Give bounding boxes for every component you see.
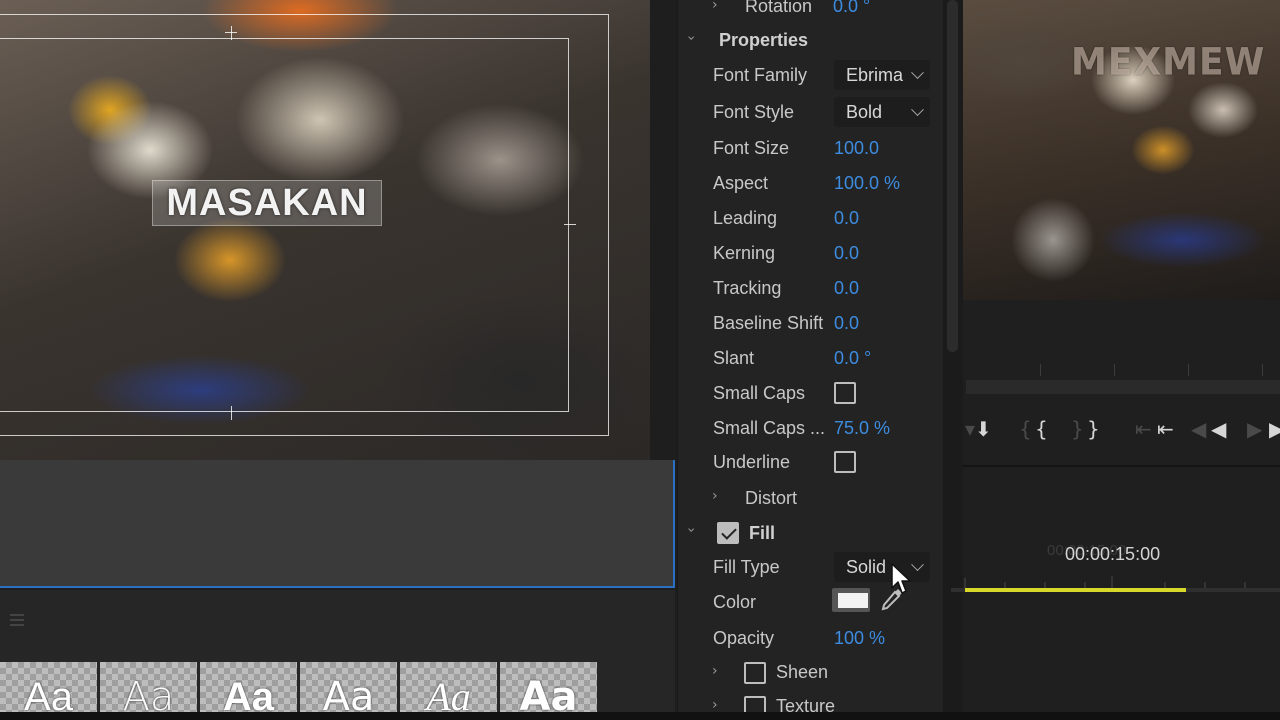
step-back-icon[interactable]: ◀: [1191, 418, 1206, 440]
font-size-row: Font Size: [713, 133, 789, 163]
chevron-right-icon[interactable]: ›: [712, 0, 718, 13]
chevron-down-icon[interactable]: ›: [683, 527, 699, 533]
aspect-label: Aspect: [713, 172, 769, 193]
rotation-label: Rotation: [745, 0, 813, 16]
mark-in-icon[interactable]: {: [1019, 418, 1032, 440]
font-style-row: Font Style: [713, 97, 794, 127]
small-caps-size-value[interactable]: 75.0 %: [834, 418, 890, 439]
small-caps-size-row: Small Caps ...: [713, 413, 825, 443]
small-caps-checkbox[interactable]: [834, 382, 856, 404]
fill-type-value: Solid: [846, 556, 887, 577]
chevron-down-icon: [911, 65, 924, 79]
small-caps-size-label: Small Caps ...: [713, 417, 826, 438]
bottom-edge: [0, 712, 1280, 720]
underline-checkbox[interactable]: [834, 451, 856, 473]
leading-value[interactable]: 0.0: [834, 208, 859, 229]
opacity-value[interactable]: 100 %: [834, 628, 885, 649]
preview-frame: [0, 460, 675, 588]
panel-menu-icon[interactable]: [10, 614, 24, 626]
chevron-down-icon: [911, 557, 924, 571]
slant-value[interactable]: 0.0 °: [834, 348, 871, 369]
leading-row: Leading: [713, 203, 777, 233]
kerning-label: Kerning: [713, 242, 776, 263]
tracking-value[interactable]: 0.0: [834, 278, 859, 299]
mouse-cursor-icon: [891, 563, 911, 594]
channel-watermark: MEXMEW: [1071, 40, 1266, 85]
monitor-scroll-bar[interactable]: [966, 380, 1280, 394]
chevron-right-icon[interactable]: ›: [712, 663, 718, 679]
panel-divider[interactable]: [963, 465, 1280, 467]
font-family-value: Ebrima: [846, 64, 904, 85]
go-to-in-icon[interactable]: ⇤: [1157, 418, 1174, 440]
program-monitor[interactable]: MEXMEW: [963, 0, 1280, 300]
small-caps-row: Small Caps: [713, 378, 805, 408]
font-family-dropdown[interactable]: Ebrima: [834, 60, 930, 90]
kerning-row: Kerning: [713, 238, 775, 268]
title-preview[interactable]: MASAKAN: [0, 0, 650, 460]
fill-type-row: Fill Type: [713, 552, 780, 582]
add-marker-icon[interactable]: ⬇: [975, 418, 992, 440]
play-icon[interactable]: ▶: [1247, 418, 1262, 440]
opacity-row: Opacity: [713, 623, 774, 653]
title-text-layer[interactable]: MASAKAN: [152, 180, 382, 226]
chevron-right-icon[interactable]: ›: [712, 488, 718, 504]
tracking-label: Tracking: [713, 277, 782, 298]
font-family-label: Font Family: [713, 64, 808, 85]
font-size-label: Font Size: [713, 137, 790, 158]
font-size-value[interactable]: 100.0: [834, 138, 879, 159]
underline-row: Underline: [713, 447, 790, 477]
sheen-label: Sheen: [776, 662, 829, 682]
transport-controls: ▾ ⬇ { { } } ⇤ ⇤ ◀ ◀ ▶ ▶: [963, 412, 1280, 446]
fill-type-dropdown[interactable]: Solid: [834, 552, 930, 582]
small-caps-label: Small Caps: [713, 382, 806, 403]
rotation-value[interactable]: 0.0 °: [833, 0, 870, 17]
distort-label[interactable]: Distort: [745, 488, 797, 509]
chevron-down-icon: [911, 102, 924, 116]
font-family-row: Font Family: [713, 60, 807, 90]
center-tick-top-h: [225, 32, 237, 33]
center-tick-top: [231, 26, 232, 40]
aspect-row: Aspect: [713, 168, 768, 198]
chevron-down-icon[interactable]: ›: [683, 35, 699, 41]
color-label: Color: [713, 591, 757, 612]
fill-color-swatch[interactable]: [832, 588, 870, 612]
opacity-label: Opacity: [713, 627, 775, 648]
center-tick-right: [564, 224, 576, 225]
work-area-bar[interactable]: [965, 588, 1186, 592]
mark-in-icon[interactable]: {: [1035, 418, 1048, 440]
font-style-dropdown[interactable]: Bold: [834, 97, 930, 127]
baseline-shift-row: Baseline Shift: [713, 308, 823, 338]
sheen-checkbox[interactable]: [744, 662, 766, 684]
underline-label: Underline: [713, 451, 791, 472]
slant-row: Slant: [713, 343, 754, 373]
fill-label: Fill: [749, 523, 775, 543]
kerning-value[interactable]: 0.0: [834, 243, 859, 264]
timeline-ruler[interactable]: [951, 576, 1280, 588]
mark-out-icon[interactable]: }: [1087, 418, 1100, 440]
color-row: Color: [713, 587, 756, 617]
step-back-icon[interactable]: ◀: [1211, 418, 1226, 440]
go-to-in-icon[interactable]: ⇤: [1135, 418, 1152, 440]
mark-out-icon[interactable]: }: [1071, 418, 1084, 440]
chevron-right-icon[interactable]: ›: [712, 697, 718, 713]
fill-type-label: Fill Type: [713, 556, 780, 577]
timeline-timecode[interactable]: 00:00:15:00: [1065, 544, 1160, 565]
baseline-shift-label: Baseline Shift: [713, 312, 824, 333]
tracking-row: Tracking: [713, 273, 781, 303]
fill-color-chip: [838, 593, 868, 608]
program-monitor-controls: [963, 300, 1280, 720]
center-tick-bottom: [231, 406, 232, 420]
baseline-shift-value[interactable]: 0.0: [834, 313, 859, 334]
play-icon[interactable]: ▶: [1269, 418, 1280, 440]
scrollbar-thumb[interactable]: [947, 0, 958, 352]
font-style-value: Bold: [846, 101, 883, 122]
slant-label: Slant: [713, 347, 755, 368]
font-style-label: Font Style: [713, 101, 795, 122]
aspect-value[interactable]: 100.0 %: [834, 173, 900, 194]
properties-header[interactable]: Properties: [719, 30, 808, 51]
monitor-ruler[interactable]: [966, 364, 1280, 380]
fill-checkbox[interactable]: [717, 522, 739, 544]
add-marker-icon[interactable]: ▾: [965, 418, 975, 440]
leading-label: Leading: [713, 207, 778, 228]
